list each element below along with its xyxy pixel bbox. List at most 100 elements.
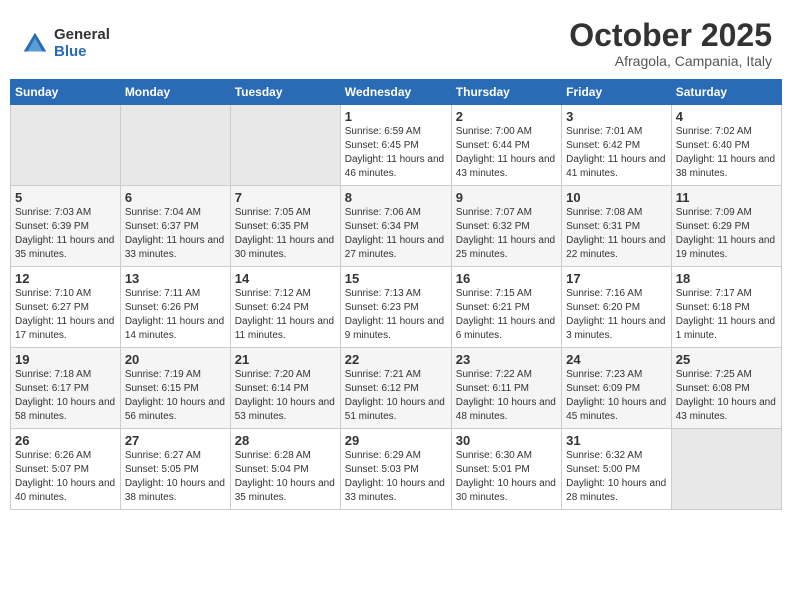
weekday-header: Wednesday [340,80,451,105]
day-info: Sunrise: 7:06 AM Sunset: 6:34 PM Dayligh… [345,206,447,262]
day-info: Sunrise: 7:11 AM Sunset: 6:26 PM Dayligh… [125,287,226,343]
calendar-day-cell: 17Sunrise: 7:16 AM Sunset: 6:20 PM Dayli… [562,267,672,348]
logo-blue-label: Blue [54,44,110,61]
day-info: Sunrise: 6:29 AM Sunset: 5:03 PM Dayligh… [345,449,447,505]
day-info: Sunrise: 7:10 AM Sunset: 6:27 PM Dayligh… [15,287,116,343]
calendar-day-cell: 16Sunrise: 7:15 AM Sunset: 6:21 PM Dayli… [451,267,561,348]
calendar-day-cell: 5Sunrise: 7:03 AM Sunset: 6:39 PM Daylig… [11,186,121,267]
weekday-header: Tuesday [230,80,340,105]
day-number: 16 [456,271,557,286]
day-info: Sunrise: 7:09 AM Sunset: 6:29 PM Dayligh… [676,206,777,262]
day-number: 6 [125,190,226,205]
calendar-day-cell [671,429,781,510]
calendar-day-cell: 21Sunrise: 7:20 AM Sunset: 6:14 PM Dayli… [230,348,340,429]
day-info: Sunrise: 7:00 AM Sunset: 6:44 PM Dayligh… [456,125,557,181]
day-info: Sunrise: 7:19 AM Sunset: 6:15 PM Dayligh… [125,368,226,424]
calendar-day-cell: 28Sunrise: 6:28 AM Sunset: 5:04 PM Dayli… [230,429,340,510]
day-number: 5 [15,190,116,205]
day-number: 4 [676,109,777,124]
day-number: 21 [235,352,336,367]
day-info: Sunrise: 7:21 AM Sunset: 6:12 PM Dayligh… [345,368,447,424]
weekday-header: Friday [562,80,672,105]
weekday-header: Thursday [451,80,561,105]
calendar-day-cell: 31Sunrise: 6:32 AM Sunset: 5:00 PM Dayli… [562,429,672,510]
calendar-day-cell: 11Sunrise: 7:09 AM Sunset: 6:29 PM Dayli… [671,186,781,267]
calendar-day-cell: 6Sunrise: 7:04 AM Sunset: 6:37 PM Daylig… [120,186,230,267]
month-title: October 2025 [569,18,772,53]
day-number: 2 [456,109,557,124]
day-info: Sunrise: 7:05 AM Sunset: 6:35 PM Dayligh… [235,206,336,262]
calendar-day-cell: 14Sunrise: 7:12 AM Sunset: 6:24 PM Dayli… [230,267,340,348]
calendar-day-cell: 2Sunrise: 7:00 AM Sunset: 6:44 PM Daylig… [451,105,561,186]
day-info: Sunrise: 7:25 AM Sunset: 6:08 PM Dayligh… [676,368,777,424]
calendar-day-cell: 25Sunrise: 7:25 AM Sunset: 6:08 PM Dayli… [671,348,781,429]
calendar-day-cell [120,105,230,186]
location-label: Afragola, Campania, Italy [569,53,772,69]
day-info: Sunrise: 7:08 AM Sunset: 6:31 PM Dayligh… [566,206,667,262]
day-number: 23 [456,352,557,367]
logo: General Blue [20,27,110,60]
day-number: 24 [566,352,667,367]
day-info: Sunrise: 7:13 AM Sunset: 6:23 PM Dayligh… [345,287,447,343]
calendar-day-cell [230,105,340,186]
day-number: 3 [566,109,667,124]
day-info: Sunrise: 7:02 AM Sunset: 6:40 PM Dayligh… [676,125,777,181]
weekday-header: Saturday [671,80,781,105]
calendar-day-cell: 27Sunrise: 6:27 AM Sunset: 5:05 PM Dayli… [120,429,230,510]
weekday-header: Sunday [11,80,121,105]
day-number: 19 [15,352,116,367]
calendar-week-row: 12Sunrise: 7:10 AM Sunset: 6:27 PM Dayli… [11,267,782,348]
day-info: Sunrise: 6:28 AM Sunset: 5:04 PM Dayligh… [235,449,336,505]
calendar-day-cell: 19Sunrise: 7:18 AM Sunset: 6:17 PM Dayli… [11,348,121,429]
day-number: 31 [566,433,667,448]
logo-text: General Blue [54,27,110,60]
calendar-day-cell: 12Sunrise: 7:10 AM Sunset: 6:27 PM Dayli… [11,267,121,348]
calendar-day-cell: 23Sunrise: 7:22 AM Sunset: 6:11 PM Dayli… [451,348,561,429]
weekday-header: Monday [120,80,230,105]
day-number: 14 [235,271,336,286]
day-info: Sunrise: 7:07 AM Sunset: 6:32 PM Dayligh… [456,206,557,262]
calendar-day-cell: 20Sunrise: 7:19 AM Sunset: 6:15 PM Dayli… [120,348,230,429]
calendar-day-cell: 24Sunrise: 7:23 AM Sunset: 6:09 PM Dayli… [562,348,672,429]
day-number: 29 [345,433,447,448]
day-number: 13 [125,271,226,286]
day-number: 1 [345,109,447,124]
day-number: 8 [345,190,447,205]
day-info: Sunrise: 7:04 AM Sunset: 6:37 PM Dayligh… [125,206,226,262]
day-info: Sunrise: 6:30 AM Sunset: 5:01 PM Dayligh… [456,449,557,505]
day-number: 20 [125,352,226,367]
day-number: 27 [125,433,226,448]
calendar-week-row: 5Sunrise: 7:03 AM Sunset: 6:39 PM Daylig… [11,186,782,267]
day-number: 17 [566,271,667,286]
day-number: 22 [345,352,447,367]
calendar-week-row: 26Sunrise: 6:26 AM Sunset: 5:07 PM Dayli… [11,429,782,510]
weekday-header-row: SundayMondayTuesdayWednesdayThursdayFrid… [11,80,782,105]
day-info: Sunrise: 6:59 AM Sunset: 6:45 PM Dayligh… [345,125,447,181]
day-info: Sunrise: 7:15 AM Sunset: 6:21 PM Dayligh… [456,287,557,343]
day-info: Sunrise: 6:32 AM Sunset: 5:00 PM Dayligh… [566,449,667,505]
calendar-day-cell: 3Sunrise: 7:01 AM Sunset: 6:42 PM Daylig… [562,105,672,186]
day-number: 9 [456,190,557,205]
day-number: 11 [676,190,777,205]
calendar-day-cell: 13Sunrise: 7:11 AM Sunset: 6:26 PM Dayli… [120,267,230,348]
calendar-day-cell: 4Sunrise: 7:02 AM Sunset: 6:40 PM Daylig… [671,105,781,186]
calendar-day-cell: 26Sunrise: 6:26 AM Sunset: 5:07 PM Dayli… [11,429,121,510]
day-number: 10 [566,190,667,205]
day-number: 7 [235,190,336,205]
day-info: Sunrise: 6:27 AM Sunset: 5:05 PM Dayligh… [125,449,226,505]
day-info: Sunrise: 7:23 AM Sunset: 6:09 PM Dayligh… [566,368,667,424]
day-info: Sunrise: 7:16 AM Sunset: 6:20 PM Dayligh… [566,287,667,343]
day-number: 26 [15,433,116,448]
day-info: Sunrise: 7:18 AM Sunset: 6:17 PM Dayligh… [15,368,116,424]
day-number: 25 [676,352,777,367]
calendar-day-cell: 30Sunrise: 6:30 AM Sunset: 5:01 PM Dayli… [451,429,561,510]
day-info: Sunrise: 7:22 AM Sunset: 6:11 PM Dayligh… [456,368,557,424]
day-info: Sunrise: 7:17 AM Sunset: 6:18 PM Dayligh… [676,287,777,343]
logo-icon [20,29,50,59]
day-info: Sunrise: 7:12 AM Sunset: 6:24 PM Dayligh… [235,287,336,343]
day-number: 18 [676,271,777,286]
calendar-table: SundayMondayTuesdayWednesdayThursdayFrid… [10,79,782,510]
title-block: October 2025 Afragola, Campania, Italy [569,18,772,69]
logo-general-label: General [54,27,110,44]
calendar-day-cell: 1Sunrise: 6:59 AM Sunset: 6:45 PM Daylig… [340,105,451,186]
